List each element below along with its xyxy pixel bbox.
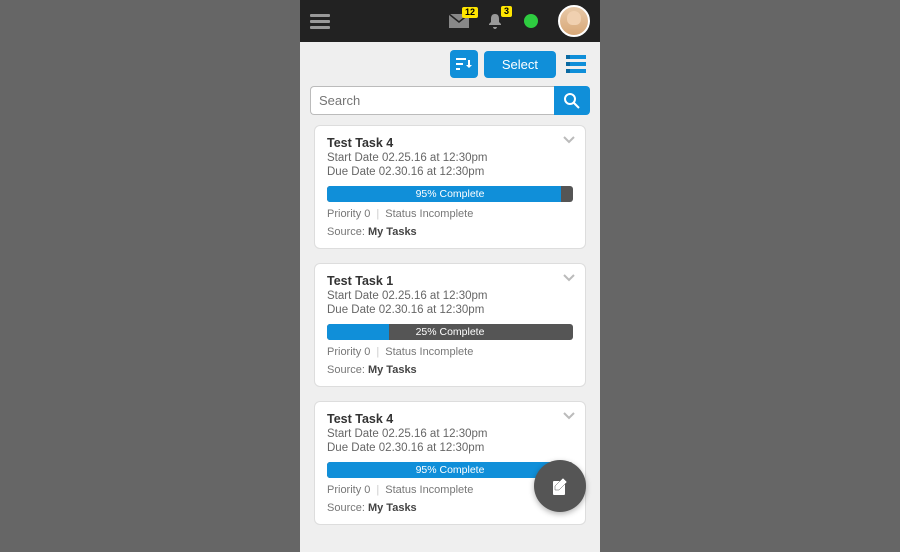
sort-button[interactable]: [450, 50, 478, 78]
task-source: Source: My Tasks: [327, 364, 573, 376]
inbox-badge: 12: [462, 7, 478, 18]
task-start-date: Start Date 02.25.16 at 12:30pm: [327, 290, 573, 302]
view-toggle-button[interactable]: [562, 50, 590, 78]
search-bar: [310, 86, 590, 115]
hamburger-menu-icon[interactable]: [310, 11, 330, 32]
task-card[interactable]: Test Task 1 Start Date 02.25.16 at 12:30p…: [314, 263, 586, 387]
user-avatar[interactable]: [558, 5, 590, 37]
task-card[interactable]: Test Task 4 Start Date 02.25.16 at 12:30p…: [314, 125, 586, 249]
task-due-date: Due Date 02.30.16 at 12:30pm: [327, 166, 573, 178]
inbox-button[interactable]: 12: [448, 13, 470, 29]
sort-icon: [456, 57, 472, 71]
progress-label: 95% Complete: [327, 186, 573, 202]
presence-indicator: [524, 14, 538, 28]
search-button[interactable]: [554, 86, 590, 115]
list-toolbar: Select: [300, 42, 600, 82]
task-title: Test Task 4: [327, 412, 573, 426]
task-source: Source: My Tasks: [327, 502, 573, 514]
search-icon: [563, 92, 581, 110]
list-view-icon: [566, 55, 586, 73]
app-header: 12 3: [300, 0, 600, 42]
task-start-date: Start Date 02.25.16 at 12:30pm: [327, 428, 573, 440]
task-source: Source: My Tasks: [327, 226, 573, 238]
compose-icon: [549, 475, 571, 497]
progress-bar: 95% Complete: [327, 186, 573, 202]
chevron-down-icon[interactable]: [563, 412, 575, 420]
alerts-badge: 3: [501, 6, 512, 17]
chevron-down-icon[interactable]: [563, 136, 575, 144]
compose-fab[interactable]: [534, 460, 586, 512]
task-due-date: Due Date 02.30.16 at 12:30pm: [327, 442, 573, 454]
task-title: Test Task 1: [327, 274, 573, 288]
task-start-date: Start Date 02.25.16 at 12:30pm: [327, 152, 573, 164]
search-input[interactable]: [310, 86, 554, 115]
select-button[interactable]: Select: [484, 51, 556, 78]
progress-label: 25% Complete: [327, 324, 573, 340]
task-meta: Priority 0|Status Incomplete: [327, 346, 573, 358]
alerts-button[interactable]: 3: [486, 12, 504, 30]
task-title: Test Task 4: [327, 136, 573, 150]
chevron-down-icon[interactable]: [563, 274, 575, 282]
app-viewport: 12 3 Select: [300, 0, 600, 552]
task-meta: Priority 0|Status Incomplete: [327, 208, 573, 220]
progress-bar: 25% Complete: [327, 324, 573, 340]
task-due-date: Due Date 02.30.16 at 12:30pm: [327, 304, 573, 316]
